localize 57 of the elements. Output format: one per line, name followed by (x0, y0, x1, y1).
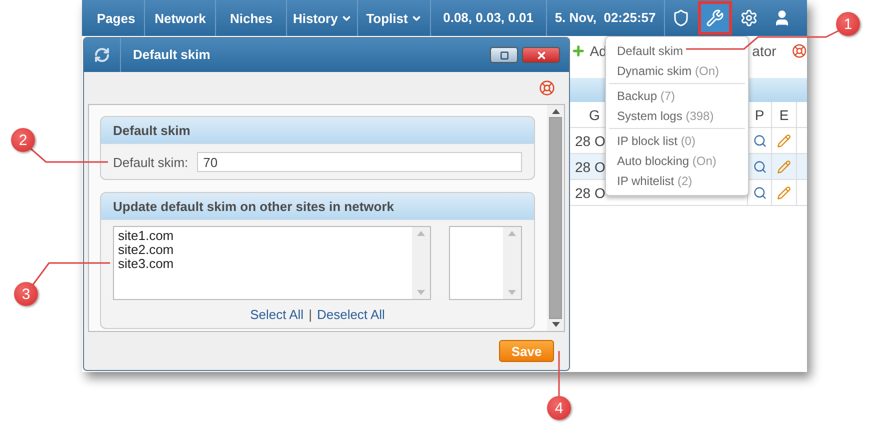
wrench-icon (706, 9, 724, 27)
deselect-all-link[interactable]: Deselect All (316, 307, 385, 322)
menu-item[interactable]: IP block list (0) (609, 131, 745, 151)
toolbar-button[interactable] (698, 1, 732, 35)
preview-icon[interactable] (752, 186, 766, 200)
load-average: 0.08, 0.03, 0.01 (430, 0, 548, 36)
sites-list[interactable]: site1.com site2.com site3.com (113, 226, 431, 300)
site-item[interactable]: site1.com (118, 229, 408, 243)
menu-item[interactable]: Default skim (609, 41, 745, 61)
menu-item[interactable]: IP whitelist (2) (609, 171, 745, 191)
menu-item[interactable]: Dynamic skim (On) (609, 61, 745, 81)
pencil-icon[interactable] (777, 160, 791, 174)
scroll-up-icon[interactable] (552, 109, 560, 114)
field-label: Default skim: (113, 154, 188, 170)
menu-item[interactable]: Auto blocking (On) (609, 151, 745, 171)
step-marker: 1 (836, 12, 860, 36)
skim-field[interactable]: 70 (197, 152, 522, 172)
settings-icon (740, 9, 758, 27)
scroll-down-icon[interactable] (552, 322, 560, 327)
pencil-icon[interactable] (777, 134, 791, 148)
column-header: P (754, 106, 764, 122)
column-header: E (779, 106, 789, 122)
nav-item[interactable]: Pages (88, 0, 146, 36)
restore-icon (500, 50, 508, 60)
step-marker: 4 (547, 396, 571, 420)
site-item[interactable]: site3.com (118, 257, 408, 271)
nav-item[interactable]: Network (145, 0, 216, 36)
refresh-icon[interactable] (94, 47, 110, 63)
step-marker: 3 (14, 282, 38, 306)
preview-icon[interactable] (752, 160, 766, 174)
section-title: Update default skim on other sites in network (101, 193, 534, 220)
toolbar-text[interactable]: ator (752, 43, 776, 59)
select-all-link[interactable]: Select All (250, 307, 304, 322)
lifebuoy-icon[interactable] (792, 43, 807, 59)
table-cell: 28 O (575, 132, 606, 148)
shield-icon (672, 9, 690, 27)
scrollbar[interactable] (547, 105, 564, 331)
menu-item[interactable]: System logs (398) (609, 106, 745, 126)
separator: | (308, 307, 312, 322)
menu-item[interactable]: Backup (7) (609, 86, 745, 106)
column-header: G (589, 106, 600, 122)
restore-button[interactable] (490, 47, 518, 63)
close-icon (536, 50, 546, 60)
section-title: Default skim (101, 117, 534, 144)
leader-line (558, 351, 560, 396)
close-button[interactable] (522, 47, 560, 63)
preview-icon[interactable] (752, 134, 766, 148)
table-cell: 28 O (575, 158, 606, 174)
plus-icon (571, 43, 586, 59)
site-item[interactable]: site2.com (118, 243, 408, 257)
nav-item[interactable]: History (287, 0, 358, 36)
table-cell: 28 O (575, 184, 606, 200)
help-icon[interactable] (539, 80, 555, 96)
nav-item[interactable]: Toplist (358, 0, 431, 36)
step-marker: 2 (11, 128, 35, 152)
pencil-icon[interactable] (777, 186, 791, 200)
nav-item[interactable]: Niches (216, 0, 288, 36)
